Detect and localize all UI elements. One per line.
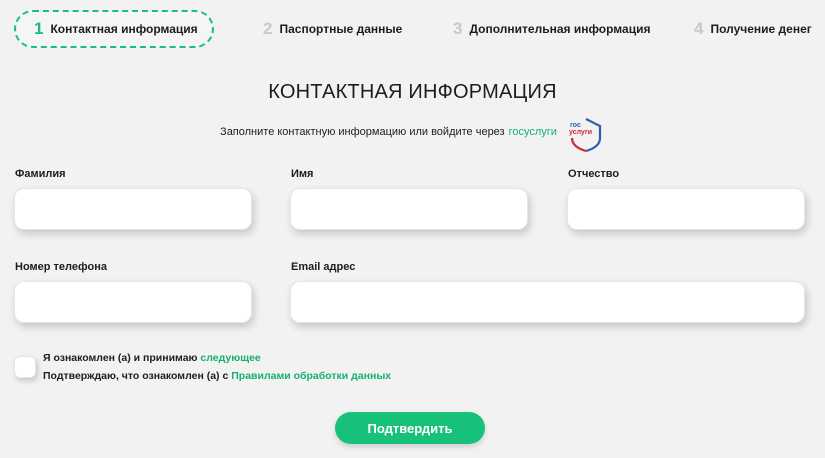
- step-contact-info[interactable]: 1 Контактная информация: [14, 10, 214, 48]
- phone-label: Номер телефона: [15, 261, 107, 273]
- patronymic-label: Отчество: [568, 168, 620, 180]
- email-input[interactable]: [290, 281, 805, 323]
- consent-text-2: Подтверждаю, что ознакомлен (а) с: [43, 370, 229, 382]
- data-processing-rules-link[interactable]: Правилами обработки данных: [231, 370, 391, 382]
- patronymic-input[interactable]: [567, 188, 805, 230]
- step-label: Паспортные данные: [279, 22, 403, 36]
- gosuslugi-logo-icon[interactable]: гос услуги: [567, 116, 605, 154]
- step-passport-data[interactable]: 2 Паспортные данные: [263, 10, 402, 48]
- logo-text-bottom: услуги: [568, 129, 593, 136]
- logo-text-top: гос: [569, 122, 581, 129]
- step-label: Получение денег: [710, 22, 812, 36]
- email-label: Email адрес: [291, 261, 356, 273]
- step-label: Дополнительная информация: [469, 22, 651, 36]
- step-number: 2: [263, 19, 273, 38]
- first-name-label: Имя: [291, 168, 314, 180]
- consent-line-1: Я ознакомлен (а) и принимаю следующее: [43, 352, 261, 364]
- progress-stepper: 1 Контактная информация 2 Паспортные дан…: [0, 0, 825, 58]
- step-get-money[interactable]: 4 Получение денег: [694, 10, 812, 48]
- step-number: 1: [34, 19, 44, 38]
- phone-input[interactable]: [14, 281, 252, 323]
- last-name-label: Фамилия: [15, 168, 66, 180]
- step-number: 3: [453, 19, 463, 38]
- gosuslugi-link[interactable]: госуслуги: [509, 126, 557, 138]
- consent-line-2: Подтверждаю, что ознакомлен (а) с Правил…: [43, 370, 391, 382]
- terms-link[interactable]: следующее: [200, 352, 260, 364]
- consent-text-1: Я ознакомлен (а) и принимаю: [43, 352, 198, 364]
- step-label: Контактная информация: [50, 22, 198, 36]
- step-number: 4: [694, 19, 704, 38]
- page-title: КОНТАКТНАЯ ИНФОРМАЦИЯ: [268, 81, 557, 103]
- step-additional-info[interactable]: 3 Дополнительная информация: [453, 10, 650, 48]
- confirm-button[interactable]: Подтвердить: [335, 412, 485, 444]
- consent-checkbox[interactable]: [14, 356, 36, 378]
- login-hint: Заполните контактную информацию или войд…: [0, 118, 825, 153]
- login-hint-text: Заполните контактную информацию или войд…: [220, 126, 505, 138]
- last-name-input[interactable]: [14, 188, 252, 230]
- first-name-input[interactable]: [290, 188, 528, 230]
